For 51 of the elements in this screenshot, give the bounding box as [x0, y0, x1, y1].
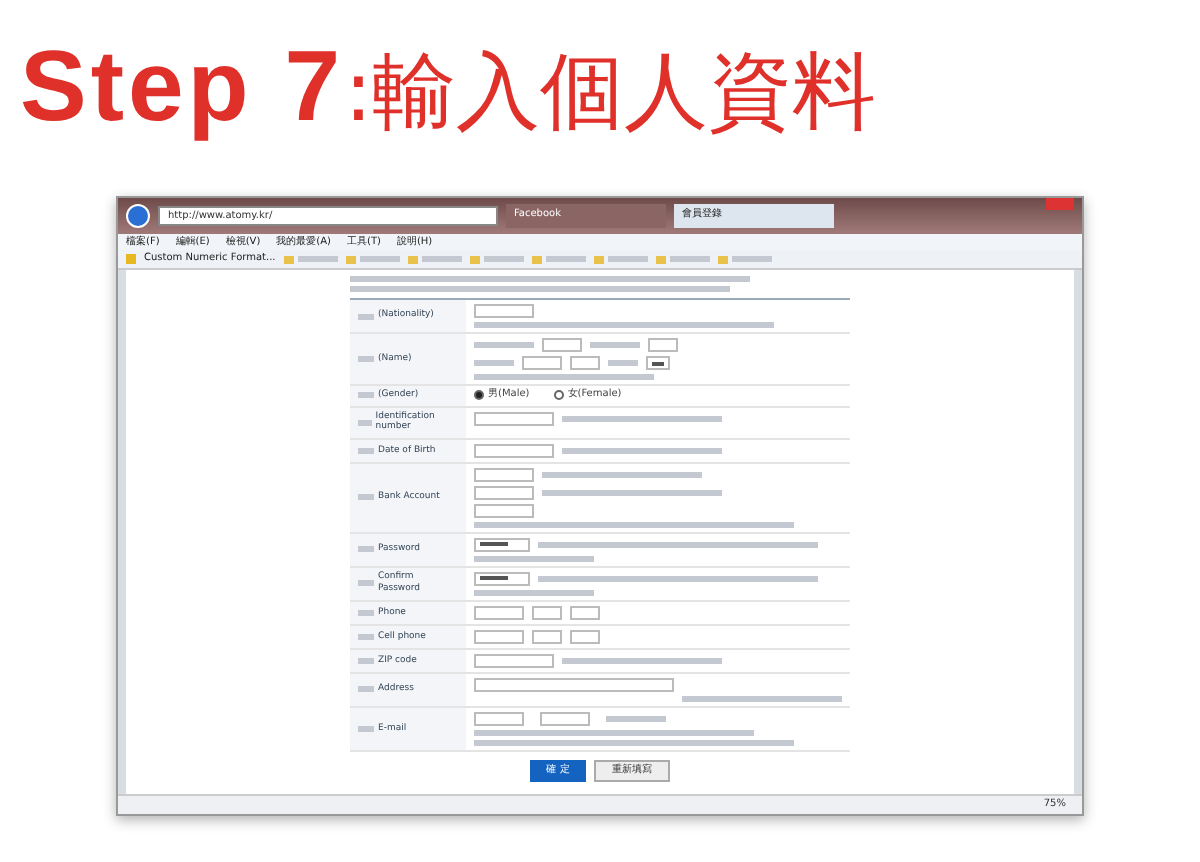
input-field[interactable] [648, 338, 678, 352]
input-field[interactable] [474, 503, 534, 518]
folder-icon [655, 255, 666, 263]
input-field[interactable] [474, 443, 554, 458]
input-field[interactable] [646, 356, 670, 370]
blurred-text-line [297, 256, 338, 262]
input-field[interactable] [474, 411, 554, 426]
step-heading: Step 7 [20, 36, 345, 136]
blurred-text-line [607, 256, 648, 262]
folder-icon [345, 255, 356, 263]
input-field[interactable] [570, 356, 600, 370]
blurred-text-line [474, 555, 594, 562]
input-field[interactable] [532, 605, 562, 620]
folder-icon [531, 255, 542, 263]
folder-icon [593, 255, 604, 263]
heading-text: :輸入個人資料 [344, 50, 877, 134]
input-field[interactable] [474, 485, 534, 500]
blurred-text-line [483, 256, 524, 262]
input-field[interactable] [540, 711, 590, 726]
folder-icon [283, 255, 294, 263]
input-field[interactable] [474, 571, 530, 586]
input-field[interactable] [522, 356, 562, 370]
close-button[interactable] [1046, 198, 1074, 210]
folder-icon [717, 255, 728, 263]
back-button[interactable] [126, 204, 150, 228]
input-field[interactable] [542, 338, 582, 352]
blurred-text-line [545, 256, 586, 262]
blurred-text-line [731, 256, 772, 262]
blurred-text-line [421, 256, 462, 262]
blurred-text-line [474, 360, 514, 366]
input-field[interactable] [474, 629, 524, 644]
input-field[interactable] [532, 629, 562, 644]
select-field[interactable] [474, 304, 534, 318]
radio-button[interactable] [474, 390, 484, 400]
blurred-text-line [590, 342, 640, 348]
radio-button[interactable] [553, 390, 564, 400]
input-field[interactable] [474, 677, 674, 692]
blurred-text-line [669, 256, 710, 262]
input-field[interactable] [474, 605, 524, 620]
input-field[interactable] [474, 653, 554, 668]
blurred-text-line [474, 342, 534, 348]
folder-icon [469, 255, 480, 263]
blurred-text-line [606, 715, 666, 722]
input-field[interactable] [570, 605, 600, 620]
blurred-text-line [359, 256, 400, 262]
input-field[interactable] [474, 467, 534, 482]
input-field[interactable] [570, 629, 600, 644]
input-field[interactable] [474, 537, 530, 552]
blurred-text-line [474, 589, 594, 596]
folder-icon [407, 255, 418, 263]
input-field[interactable] [474, 711, 524, 726]
